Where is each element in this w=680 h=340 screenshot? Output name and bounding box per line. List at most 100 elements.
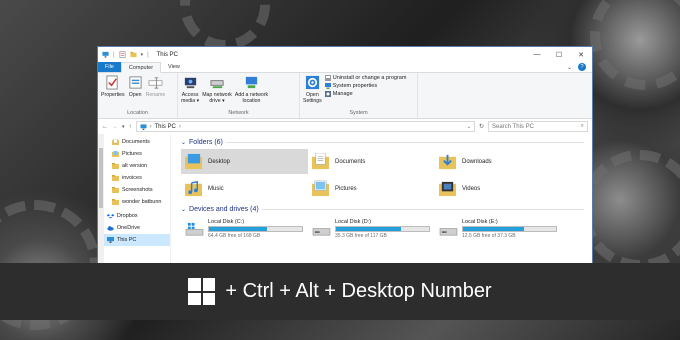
windows-drive-icon bbox=[185, 222, 204, 235]
properties-button[interactable]: Properties bbox=[101, 75, 125, 110]
minimize-button[interactable]: — bbox=[526, 47, 548, 62]
rename-button[interactable]: Rename bbox=[145, 75, 166, 110]
uninstall-program-label: Uninstall or change a program bbox=[332, 75, 407, 81]
quick-access-toolbar: | ▾ | bbox=[102, 51, 149, 58]
hard-drive-icon bbox=[312, 227, 331, 235]
drive-label: Local Disk (D:) bbox=[335, 219, 372, 225]
properties-check-icon bbox=[106, 75, 118, 90]
nav-scrollbar[interactable] bbox=[98, 134, 104, 271]
close-button[interactable]: ✕ bbox=[570, 47, 592, 62]
nav-item-this-pc[interactable]: › This PC bbox=[102, 234, 170, 246]
manage-icon bbox=[324, 91, 331, 97]
search-input[interactable]: Search This PC ⌕ bbox=[488, 121, 588, 132]
folder-videos[interactable]: Videos bbox=[435, 176, 562, 201]
address-sep-icon: › bbox=[178, 123, 181, 130]
access-media-button[interactable]: Access media ▾ bbox=[181, 75, 199, 110]
content-area: Documents Pictures alt version invoices … bbox=[98, 134, 592, 271]
uninstall-program-link[interactable]: Uninstall or change a program bbox=[324, 75, 407, 81]
folder-icon bbox=[112, 175, 119, 181]
folder-label: Downloads bbox=[462, 158, 492, 165]
nav-item-wonder-batbunn[interactable]: wonder batbunn bbox=[112, 196, 170, 208]
location-group-label: Location bbox=[127, 110, 148, 116]
back-arrow-icon[interactable]: ← bbox=[102, 124, 108, 130]
expand-ribbon-icon[interactable]: ⌄ bbox=[567, 64, 572, 71]
recent-locations-chevron-icon[interactable]: ▾ bbox=[122, 124, 125, 130]
chevron-down-icon[interactable]: ▾ bbox=[141, 52, 144, 58]
system-properties-link[interactable]: System properties bbox=[324, 83, 407, 89]
folder-downloads[interactable]: Downloads bbox=[435, 149, 562, 174]
add-network-location-icon bbox=[245, 76, 258, 89]
nav-item-label: OneDrive bbox=[116, 225, 141, 231]
navigation-pane: Documents Pictures alt version invoices … bbox=[98, 134, 171, 271]
search-icon: ⌕ bbox=[580, 123, 584, 129]
nav-item-label: Pictures bbox=[122, 151, 142, 157]
hard-drive-icon bbox=[439, 227, 458, 235]
folder-music[interactable]: Music bbox=[181, 176, 308, 201]
separator: | bbox=[113, 51, 115, 58]
folder-label: Pictures bbox=[335, 185, 357, 192]
system-properties-icon bbox=[324, 83, 331, 89]
drive-usage-bar bbox=[462, 226, 557, 232]
drive-usage-fill bbox=[463, 227, 525, 231]
tab-view[interactable]: View bbox=[161, 62, 187, 72]
open-label: Open bbox=[128, 92, 142, 98]
nav-item-screenshots[interactable]: Screenshots bbox=[112, 184, 170, 196]
collapse-chevron-icon[interactable]: ⌄ bbox=[181, 206, 186, 213]
tab-computer[interactable]: Computer bbox=[120, 62, 162, 73]
nav-item-pictures[interactable]: Pictures bbox=[112, 148, 170, 160]
forward-arrow-icon[interactable]: → bbox=[112, 124, 118, 130]
tab-file[interactable]: File bbox=[98, 62, 121, 72]
manage-link[interactable]: Manage bbox=[324, 91, 407, 97]
add-network-location-label: Add a network location bbox=[234, 92, 269, 104]
gear-decoration bbox=[580, 150, 680, 270]
new-folder-icon[interactable] bbox=[130, 51, 137, 58]
nav-item-label: invoices bbox=[122, 175, 142, 181]
system-links: Uninstall or change a program System pro… bbox=[324, 75, 407, 110]
refresh-icon[interactable]: ↻ bbox=[479, 123, 484, 130]
help-icon[interactable]: ? bbox=[578, 63, 586, 71]
drive-c[interactable]: Local Disk (C:) 64.4 GB free of 168 GB bbox=[181, 216, 308, 242]
drive-d[interactable]: Local Disk (D:) 35.3 GB free of 117 GB bbox=[308, 216, 435, 242]
folder-icon bbox=[112, 163, 119, 169]
access-media-label: Access media ▾ bbox=[181, 92, 200, 104]
shortcut-text: + Ctrl + Alt + Desktop Number bbox=[225, 280, 492, 302]
address-dropdown-icon[interactable]: ⌄ bbox=[467, 124, 471, 130]
address-row: ← → ▾ ↑ › This PC › ⌄ ↻ Search This PC ⌕ bbox=[98, 119, 592, 134]
drive-usage-bar bbox=[208, 226, 303, 232]
address-bar[interactable]: › This PC › ⌄ bbox=[135, 121, 475, 132]
folder-desktop[interactable]: Desktop bbox=[181, 149, 308, 174]
window-controls: — ☐ ✕ bbox=[526, 47, 592, 62]
drives-section-header[interactable]: ⌄ Devices and drives (4) bbox=[181, 203, 584, 215]
drives-grid: Local Disk (C:) 64.4 GB free of 168 GB L… bbox=[181, 216, 584, 242]
nav-item-documents[interactable]: Documents bbox=[112, 136, 170, 148]
collapse-chevron-icon[interactable]: ⌄ bbox=[181, 139, 186, 146]
drive-usage-fill bbox=[209, 227, 267, 231]
map-network-drive-button[interactable]: Map network drive ▾ bbox=[202, 75, 232, 110]
nav-scroll-thumb[interactable] bbox=[99, 148, 103, 208]
folder-documents[interactable]: Documents bbox=[308, 149, 435, 174]
nav-item-invoices[interactable]: invoices bbox=[112, 172, 170, 184]
add-network-location-button[interactable]: Add a network location bbox=[235, 75, 268, 110]
nav-item-alt-version[interactable]: alt version bbox=[112, 160, 170, 172]
open-button[interactable]: Open bbox=[128, 75, 143, 110]
up-arrow-icon[interactable]: ↑ bbox=[129, 124, 132, 130]
maximize-button[interactable]: ☐ bbox=[548, 47, 570, 62]
main-pane: ⌄ Folders (6) Desktop Documents Download… bbox=[171, 134, 592, 271]
open-settings-button[interactable]: Open Settings bbox=[303, 75, 322, 110]
nav-tree: Documents Pictures alt version invoices … bbox=[98, 134, 170, 208]
rename-label: Rename bbox=[145, 92, 166, 98]
folders-header-label: Folders (6) bbox=[189, 138, 223, 146]
folder-pictures[interactable]: Pictures bbox=[308, 176, 435, 201]
ribbon-right-controls: ⌄ ? bbox=[567, 62, 592, 72]
system-group-label: System bbox=[349, 110, 368, 116]
open-icon bbox=[129, 76, 142, 89]
folders-section-header[interactable]: ⌄ Folders (6) bbox=[181, 136, 584, 148]
properties-icon[interactable] bbox=[119, 51, 126, 58]
map-network-drive-icon bbox=[210, 80, 224, 89]
nav-item-onedrive[interactable]: › OneDrive bbox=[102, 222, 170, 234]
map-network-drive-label: Map network drive ▾ bbox=[202, 92, 232, 104]
folder-icon bbox=[112, 187, 119, 193]
nav-item-dropbox[interactable]: › Dropbox bbox=[102, 210, 170, 222]
this-pc-icon bbox=[106, 237, 114, 243]
drive-e[interactable]: Local Disk (E:) 12.5 GB free of 37.3 GB bbox=[435, 216, 562, 242]
